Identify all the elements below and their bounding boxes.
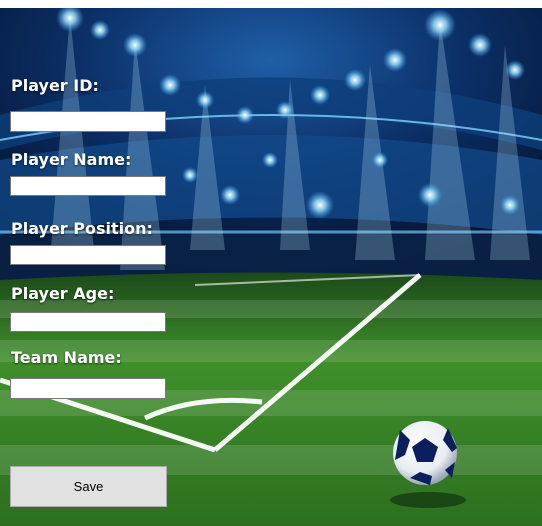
player-name-field[interactable] — [10, 176, 166, 196]
player-age-field[interactable] — [10, 312, 166, 332]
player-name-label: Player Name: — [11, 150, 132, 169]
save-button[interactable]: Save — [10, 466, 167, 507]
team-name-label: Team Name: — [11, 348, 122, 367]
player-age-label: Player Age: — [11, 284, 115, 303]
player-position-field[interactable] — [10, 245, 166, 265]
team-name-field[interactable] — [10, 378, 166, 399]
app-window: Player ID: Player Name: Player Position:… — [0, 0, 542, 526]
player-id-label: Player ID: — [11, 76, 99, 95]
player-id-field[interactable] — [10, 111, 166, 132]
player-form: Player ID: Player Name: Player Position:… — [0, 0, 542, 526]
player-position-label: Player Position: — [11, 219, 153, 238]
